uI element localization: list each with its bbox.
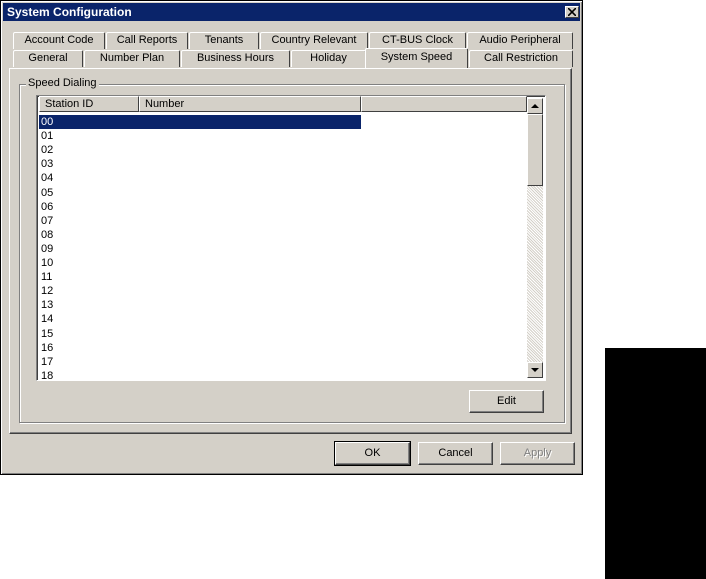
column-header-empty (361, 96, 527, 112)
scroll-up-button[interactable] (527, 98, 543, 114)
close-button[interactable] (565, 6, 579, 18)
list-item[interactable]: 10 (39, 256, 361, 270)
tab-ct-bus-clock[interactable]: CT-BUS Clock (369, 32, 466, 49)
list-item[interactable]: 02 (39, 143, 361, 157)
list-item[interactable]: 12 (39, 284, 361, 298)
tab-call-restriction[interactable]: Call Restriction (469, 50, 573, 67)
tab-holiday[interactable]: Holiday (291, 50, 366, 67)
list-item[interactable]: 05 (39, 186, 361, 200)
list-item[interactable]: 15 (39, 327, 361, 341)
column-header-number[interactable]: Number (139, 96, 361, 112)
list-item[interactable]: 09 (39, 242, 361, 256)
list-item[interactable]: 04 (39, 171, 361, 185)
tab-general[interactable]: General (13, 50, 83, 67)
list-item[interactable]: 03 (39, 157, 361, 171)
arrow-up-icon (531, 104, 539, 108)
edit-button[interactable]: Edit (469, 390, 544, 413)
list-item[interactable]: 08 (39, 228, 361, 242)
tab-country-relevant[interactable]: Country Relevant (260, 32, 368, 49)
title-bar[interactable]: System Configuration (3, 3, 580, 21)
speed-dial-list[interactable]: Station ID Number 00 01 02 03 04 05 06 07 08 09 10… (36, 95, 546, 381)
list-item[interactable]: 14 (39, 312, 361, 326)
tab-call-reports[interactable]: Call Reports (106, 32, 188, 49)
list-item[interactable]: 07 (39, 214, 361, 228)
tab-number-plan[interactable]: Number Plan (84, 50, 180, 67)
arrow-down-icon (531, 368, 539, 372)
list-item[interactable]: 18 (39, 369, 361, 380)
list-item[interactable]: 16 (39, 341, 361, 355)
tab-system-speed[interactable]: System Speed (365, 48, 468, 68)
tab-tenants[interactable]: Tenants (189, 32, 259, 49)
scroll-down-button[interactable] (527, 362, 543, 378)
group-label: Speed Dialing (26, 77, 99, 89)
black-panel (605, 348, 706, 579)
vertical-scrollbar[interactable] (527, 98, 543, 378)
tab-business-hours[interactable]: Business Hours (181, 50, 290, 67)
tab-audio-peripheral[interactable]: Audio Peripheral (467, 32, 573, 49)
list-item[interactable]: 17 (39, 355, 361, 369)
tab-account-code[interactable]: Account Code (13, 32, 105, 49)
apply-button[interactable]: Apply (500, 442, 575, 465)
list-item[interactable]: 01 (39, 129, 361, 143)
list-item[interactable]: 00 (39, 115, 361, 129)
column-header-station-id[interactable]: Station ID (39, 96, 139, 112)
cancel-button[interactable]: Cancel (418, 442, 493, 465)
window-title: System Configuration (7, 5, 132, 19)
close-icon (568, 8, 576, 16)
list-item[interactable]: 13 (39, 298, 361, 312)
scroll-thumb[interactable] (527, 114, 543, 186)
ok-button[interactable]: OK (334, 441, 411, 466)
list-item[interactable]: 11 (39, 270, 361, 284)
list-item[interactable]: 06 (39, 200, 361, 214)
